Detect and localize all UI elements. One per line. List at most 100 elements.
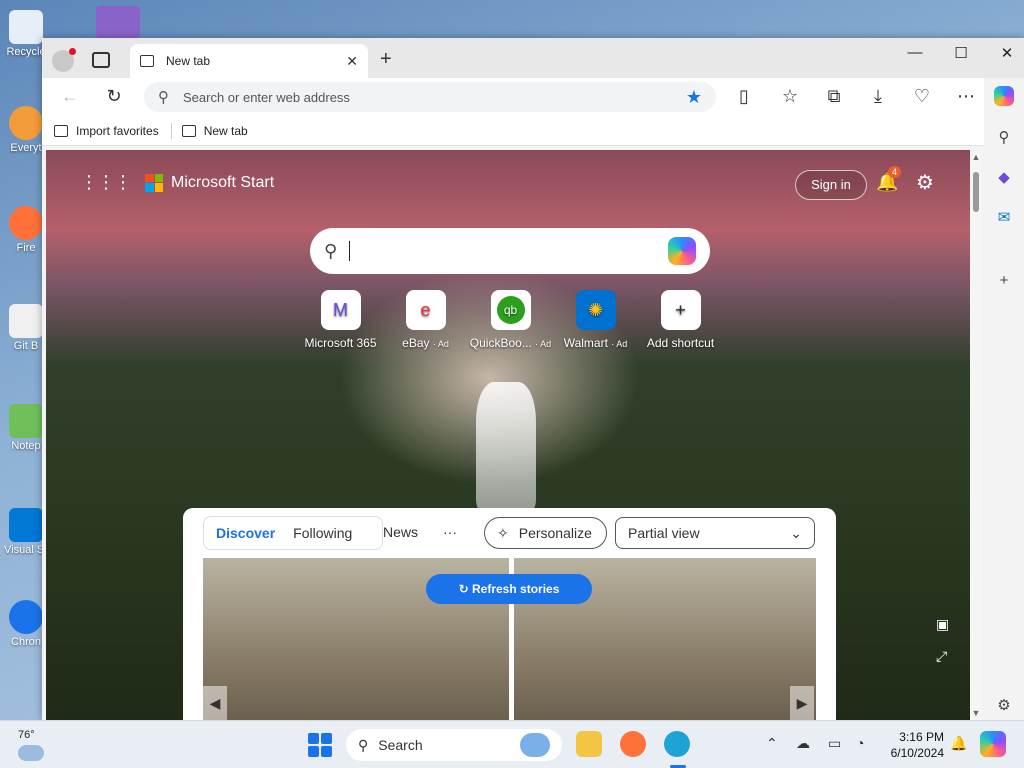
downloads-icon[interactable]: ⤓ — [866, 86, 890, 107]
taskbar-search-label: Search — [378, 737, 423, 753]
browser-toolbar: ← ↻ ⚲ Search or enter web address ★ ▯ ☆ … — [42, 78, 1024, 116]
microsoft-logo-icon — [145, 173, 163, 192]
search-icon[interactable]: ⚲ — [994, 128, 1014, 148]
page-icon — [140, 55, 154, 67]
tab-following[interactable]: Following — [293, 525, 352, 541]
scroll-down-arrow[interactable]: ▼ — [970, 708, 982, 718]
recycle-bin-icon — [9, 10, 43, 44]
ad-label: · Ad — [535, 339, 552, 349]
quick-links: M Microsoft 365 e eBay · Ad qb QuickBoo.… — [298, 290, 723, 350]
split-screen-icon[interactable]: ▯ — [732, 86, 756, 107]
tab-actions-icon[interactable] — [92, 52, 110, 68]
chrome-icon — [9, 600, 43, 634]
search-icon: ⚲ — [324, 240, 338, 261]
notifications-bell-icon[interactable]: 🔔 — [950, 735, 967, 752]
refresh-stories-button[interactable]: ↻ Refresh stories — [426, 574, 592, 604]
git-bash-icon — [9, 304, 43, 338]
profile-avatar[interactable] — [52, 48, 76, 72]
onedrive-icon[interactable]: ☁ — [796, 735, 810, 752]
carousel-prev-button[interactable]: ◀ — [203, 686, 227, 720]
shortcut-label: Add shortcut — [646, 336, 715, 350]
desktop-icon-label: Git B — [13, 340, 39, 352]
clock-date: 6/10/2024 — [890, 746, 944, 760]
new-tab-favorite-link[interactable]: New tab — [181, 123, 248, 138]
settings-gear-icon[interactable]: ⚙ — [916, 170, 934, 195]
maximize-button[interactable]: ☐ — [938, 44, 984, 62]
browser-window: New tab ✕ + — ☐ ✕ ← ↻ ⚲ Search or enter … — [42, 38, 1024, 720]
shortcut-ebay[interactable]: e eBay · Ad — [383, 290, 468, 350]
tab-news[interactable]: News — [383, 524, 418, 540]
favorite-star-icon[interactable]: ★ — [686, 87, 702, 108]
taskbar-search[interactable]: ⚲ Search — [346, 729, 562, 761]
brand-title[interactable]: Microsoft Start — [171, 174, 274, 192]
background-image-icon[interactable]: ▣ — [936, 616, 949, 633]
scroll-up-arrow[interactable]: ▲ — [970, 152, 982, 162]
collections-icon[interactable]: ⧉ — [822, 86, 846, 107]
page-scrollbar[interactable]: ▲ ▼ — [970, 150, 982, 720]
browser-essentials-icon[interactable]: ♡ — [910, 86, 934, 107]
microsoft-365-icon: M — [320, 290, 361, 330]
more-menu-icon[interactable]: ⋯ — [954, 86, 978, 107]
carousel-next-button[interactable]: ▶ — [790, 686, 814, 720]
notification-badge: 4 — [888, 166, 902, 178]
shortcut-walmart[interactable]: ✺ Walmart · Ad — [553, 290, 638, 350]
copilot-icon[interactable] — [668, 237, 696, 265]
tab-discover[interactable]: Discover — [216, 525, 275, 541]
system-clock[interactable]: 3:16 PM 6/10/2024 — [884, 729, 944, 761]
close-window-button[interactable]: ✕ — [984, 44, 1024, 62]
address-placeholder: Search or enter web address — [183, 89, 350, 105]
edge-icon[interactable] — [664, 731, 690, 757]
view-select-value: Partial view — [628, 525, 700, 541]
file-explorer-icon[interactable] — [576, 731, 602, 757]
chevron-up-icon[interactable]: ⌃ — [766, 735, 778, 752]
ebay-icon: e — [405, 290, 446, 330]
settings-gear-icon[interactable]: ⚙ — [994, 696, 1014, 716]
vscode-icon — [9, 508, 43, 542]
back-icon[interactable]: ← — [58, 86, 82, 107]
everything-icon — [9, 106, 43, 140]
shortcut-label: Microsoft 365 — [304, 336, 377, 350]
outlook-icon[interactable]: ✉ — [994, 208, 1014, 228]
personalize-button[interactable]: ✧ Personalize — [484, 517, 607, 549]
sign-in-button[interactable]: Sign in — [795, 170, 867, 200]
favorites-item-label: New tab — [203, 123, 248, 138]
sparkle-icon: ✧ — [497, 524, 509, 541]
add-shortcut-button[interactable]: + Add shortcut — [638, 290, 723, 350]
close-tab-icon[interactable]: ✕ — [346, 53, 358, 70]
desktop-icon-label: Fire — [16, 242, 36, 254]
tab-new-tab[interactable]: New tab ✕ — [130, 44, 368, 78]
minimize-button[interactable]: — — [892, 44, 938, 61]
firefox-icon[interactable] — [620, 731, 646, 757]
view-select[interactable]: Partial view ⌄ — [615, 517, 815, 549]
refresh-icon[interactable]: ↻ — [102, 86, 126, 107]
notepad-icon — [9, 404, 43, 438]
desktop-icon-label: Notep — [11, 440, 41, 452]
tab-title: New tab — [166, 54, 211, 68]
new-tab-button[interactable]: + — [380, 48, 392, 71]
start-button[interactable] — [308, 733, 332, 757]
microsoft-365-icon[interactable]: ◆ — [994, 168, 1014, 188]
import-favorites-link[interactable]: Import favorites — [54, 124, 159, 138]
copilot-icon[interactable] — [980, 731, 1006, 757]
divider — [170, 122, 172, 139]
weather-widget[interactable]: 76° — [18, 729, 44, 761]
plus-icon: + — [660, 290, 701, 330]
shortcut-microsoft-365[interactable]: M Microsoft 365 — [298, 290, 383, 350]
web-search-input[interactable]: ⚲ — [310, 228, 710, 274]
copilot-icon[interactable] — [994, 86, 1014, 106]
taskbar: 76° ⚲ Search ⌃ ☁ ▭ ◔ 3:16 PM 6/10/2024 🔔 — [0, 720, 1024, 768]
address-bar[interactable]: ⚲ Search or enter web address ★ — [144, 82, 716, 112]
expand-icon[interactable]: ⤢ — [936, 648, 947, 665]
add-sidebar-app-icon[interactable]: + — [994, 272, 1014, 292]
notifications-bell-icon[interactable]: 🔔 4 — [876, 166, 902, 193]
volume-icon[interactable]: ◔ — [856, 735, 864, 751]
scrollbar-thumb[interactable] — [973, 172, 979, 212]
edge-sidebar: ⚲ ◆ ✉ + ⚙ — [984, 78, 1024, 720]
app-launcher-icon[interactable]: ⋮⋮⋮ — [80, 172, 132, 193]
more-tabs-icon[interactable]: ··· — [443, 524, 457, 540]
favorites-icon[interactable]: ☆ — [778, 86, 802, 107]
visual-studio-icon[interactable] — [96, 6, 140, 38]
shortcut-quickbooks[interactable]: qb QuickBoo... · Ad — [468, 290, 553, 350]
page-icon — [181, 124, 196, 137]
network-icon[interactable]: ▭ — [828, 735, 841, 752]
